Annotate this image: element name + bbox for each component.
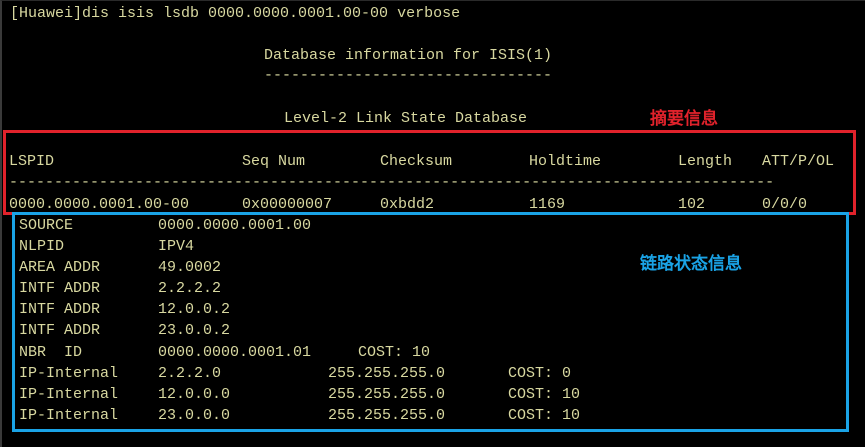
detail-cost: COST: 10	[358, 344, 431, 361]
detail-key: IP-Internal	[19, 386, 119, 403]
detail-mask: 255.255.255.0	[328, 365, 446, 382]
header-seq-num: Seq Num	[242, 153, 306, 170]
detail-cost: COST: 10	[508, 386, 581, 403]
detail-mask: 255.255.255.0	[328, 407, 446, 424]
detail-value: IPV4	[158, 238, 195, 255]
header-att-p-ol: ATT/P/OL	[762, 153, 835, 170]
detail-value: 0000.0000.0001.01	[158, 344, 312, 361]
detail-key: NBR ID	[19, 344, 83, 361]
database-title-underline: --------------------------------	[264, 67, 553, 84]
detail-key: INTF ADDR	[19, 322, 101, 339]
detail-value: 23.0.0.2	[158, 322, 231, 339]
detail-key: INTF ADDR	[19, 280, 101, 297]
terminal-window[interactable]: [Huawei]dis isis lsdb 0000.0000.0001.00-…	[0, 0, 865, 447]
command-line: [Huawei]dis isis lsdb 0000.0000.0001.00-…	[10, 5, 461, 22]
detail-key: SOURCE	[19, 217, 74, 234]
header-holdtime: Holdtime	[529, 153, 602, 170]
detail-key: IP-Internal	[19, 365, 119, 382]
detail-cost: COST: 10	[508, 407, 581, 424]
link-state-annotation: 链路状态信息	[640, 254, 742, 274]
table-separator: ----------------------------------------…	[9, 174, 775, 191]
detail-value: 0000.0000.0001.00	[158, 217, 312, 234]
detail-value: 2.2.2.2	[158, 280, 222, 297]
header-length: Length	[678, 153, 733, 170]
detail-value: 23.0.0.0	[158, 407, 231, 424]
detail-value: 12.0.0.0	[158, 386, 231, 403]
detail-value: 12.0.0.2	[158, 301, 231, 318]
detail-key: NLPID	[19, 238, 65, 255]
summary-annotation: 摘要信息	[650, 109, 718, 129]
detail-mask: 255.255.255.0	[328, 386, 446, 403]
detail-key: IP-Internal	[19, 407, 119, 424]
detail-value: 2.2.2.0	[158, 365, 222, 382]
header-lspid: LSPID	[9, 153, 55, 170]
detail-cost: COST: 0	[508, 365, 572, 382]
detail-key: INTF ADDR	[19, 301, 101, 318]
detail-value: 49.0002	[158, 259, 222, 276]
header-checksum: Checksum	[380, 153, 453, 170]
database-title: Database information for ISIS(1)	[264, 47, 553, 64]
level-title: Level-2 Link State Database	[284, 110, 528, 127]
detail-key: AREA ADDR	[19, 259, 101, 276]
